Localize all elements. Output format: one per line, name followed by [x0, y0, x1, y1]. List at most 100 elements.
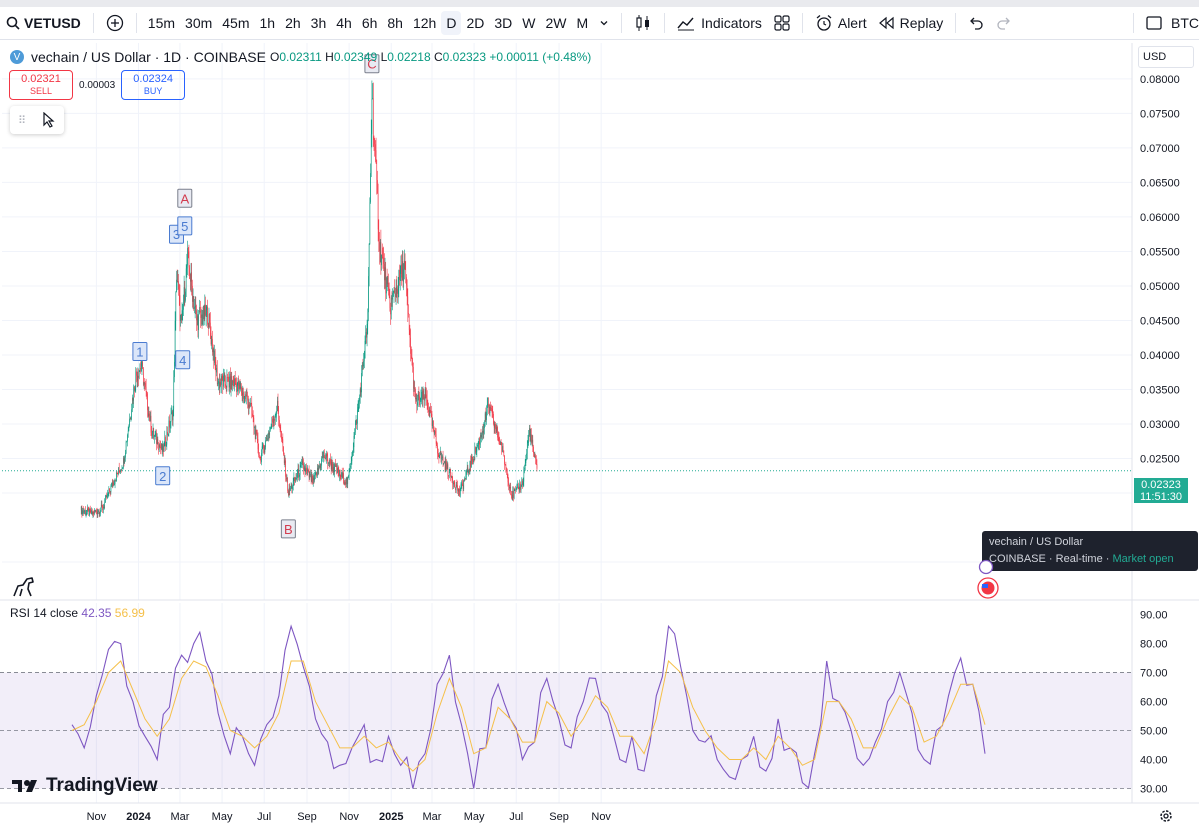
candle-body	[219, 382, 221, 389]
candle-body	[149, 415, 151, 422]
candle-body	[330, 463, 332, 470]
sell-button[interactable]: 0.02321 SELL	[9, 70, 73, 100]
candle-body	[453, 482, 455, 485]
candle-body	[316, 472, 317, 476]
event-marker-icon[interactable]	[978, 559, 994, 575]
wave-label-4[interactable]: 4	[175, 350, 191, 370]
candle-body	[430, 412, 432, 414]
candle-body	[185, 268, 187, 292]
event-markers[interactable]	[976, 559, 1002, 601]
candle-body	[526, 443, 528, 454]
candle-body	[106, 495, 108, 499]
wave-label-A[interactable]: A	[177, 188, 193, 208]
candle-body	[170, 413, 172, 423]
wave-label-1[interactable]: 1	[132, 342, 148, 362]
candle-body	[382, 257, 384, 260]
candle-body	[486, 404, 488, 412]
candle-body	[234, 378, 236, 383]
candle-body	[454, 484, 456, 489]
candle-body	[126, 441, 128, 443]
wave-label-2[interactable]: 2	[155, 466, 171, 486]
candle-body	[124, 457, 126, 464]
candle-body	[534, 455, 536, 457]
candle-body	[277, 400, 279, 412]
candle-body	[161, 443, 162, 449]
candle-body	[348, 476, 349, 478]
candle-body	[250, 403, 252, 404]
candle-body	[248, 404, 250, 408]
time-tick-label: Sep	[297, 811, 317, 823]
candle-body	[245, 394, 246, 400]
candle-body	[372, 97, 373, 99]
candle-body	[248, 400, 249, 408]
candle-body	[255, 429, 257, 440]
candle-body	[236, 383, 237, 392]
candle-body	[156, 439, 158, 444]
candle-body	[371, 98, 373, 135]
candle-body	[216, 368, 217, 373]
candle-body	[519, 483, 520, 491]
wave-labels: 12345ABC	[132, 54, 380, 539]
candle-body	[403, 269, 404, 282]
candle-body	[200, 311, 201, 318]
candle-body	[222, 380, 224, 387]
candle-body	[226, 377, 228, 388]
candle-body	[419, 400, 421, 406]
candle-body	[434, 430, 436, 434]
candle-body	[82, 510, 83, 515]
candle-body	[353, 435, 355, 448]
candle-body	[118, 467, 119, 475]
candle-body	[357, 407, 359, 410]
time-tick-label: Nov	[339, 811, 359, 823]
cursor-tool-panel[interactable]: ⠿	[10, 106, 64, 134]
candle-body	[152, 432, 153, 436]
candle-body	[146, 391, 148, 394]
settings-icon[interactable]	[1158, 808, 1174, 824]
candle-body	[291, 485, 293, 489]
candle-body	[508, 482, 509, 486]
candle-body	[221, 376, 223, 381]
candle-body	[214, 350, 215, 363]
candle-body	[239, 382, 241, 389]
candle-body	[444, 461, 445, 464]
close-label: C	[433, 50, 443, 64]
candle-body	[83, 511, 85, 513]
candle-body	[474, 447, 476, 460]
candle-body	[500, 442, 502, 446]
candle-body	[350, 461, 352, 467]
candle-body	[102, 506, 103, 511]
dinosaur-icon[interactable]	[11, 575, 37, 599]
candle-body	[345, 482, 346, 485]
candle-body	[442, 456, 443, 459]
candle-body	[439, 454, 440, 459]
tooltip-details: COINBASE · Real-time · Market open	[989, 553, 1174, 565]
candle-body	[504, 455, 505, 465]
price-tick-label: 0.03000	[1140, 419, 1180, 431]
candle-body	[506, 470, 508, 475]
candle-body	[334, 464, 335, 473]
candle-body	[205, 309, 207, 316]
drag-handle-icon[interactable]: ⠿	[18, 114, 26, 127]
candle-body	[157, 439, 159, 449]
candle-body	[81, 506, 83, 515]
buy-button[interactable]: 0.02324 BUY	[121, 70, 186, 100]
candle-body	[415, 398, 417, 400]
wave-label-B[interactable]: B	[280, 519, 296, 539]
candle-body	[93, 511, 94, 515]
wave-label-5[interactable]: 5	[177, 216, 193, 236]
chart-canvas[interactable]: 12345ABC 0.010000.020000.025000.030000.0…	[0, 0, 1199, 827]
brand-name: TradingView	[46, 775, 158, 796]
arrow-cursor-icon[interactable]	[42, 112, 56, 128]
candle-body	[418, 394, 420, 397]
candle-body	[171, 411, 172, 414]
candle-body	[501, 445, 503, 452]
candle-body	[527, 441, 529, 444]
rsi-name: RSI 14 close	[10, 606, 79, 620]
rsi-grid	[0, 672, 1132, 789]
currency-selector[interactable]: USD	[1138, 46, 1194, 68]
candle-body	[506, 467, 507, 471]
candle-body	[289, 487, 291, 491]
candle-body	[359, 389, 361, 398]
candle-body	[458, 488, 460, 492]
candle-body	[469, 461, 471, 472]
